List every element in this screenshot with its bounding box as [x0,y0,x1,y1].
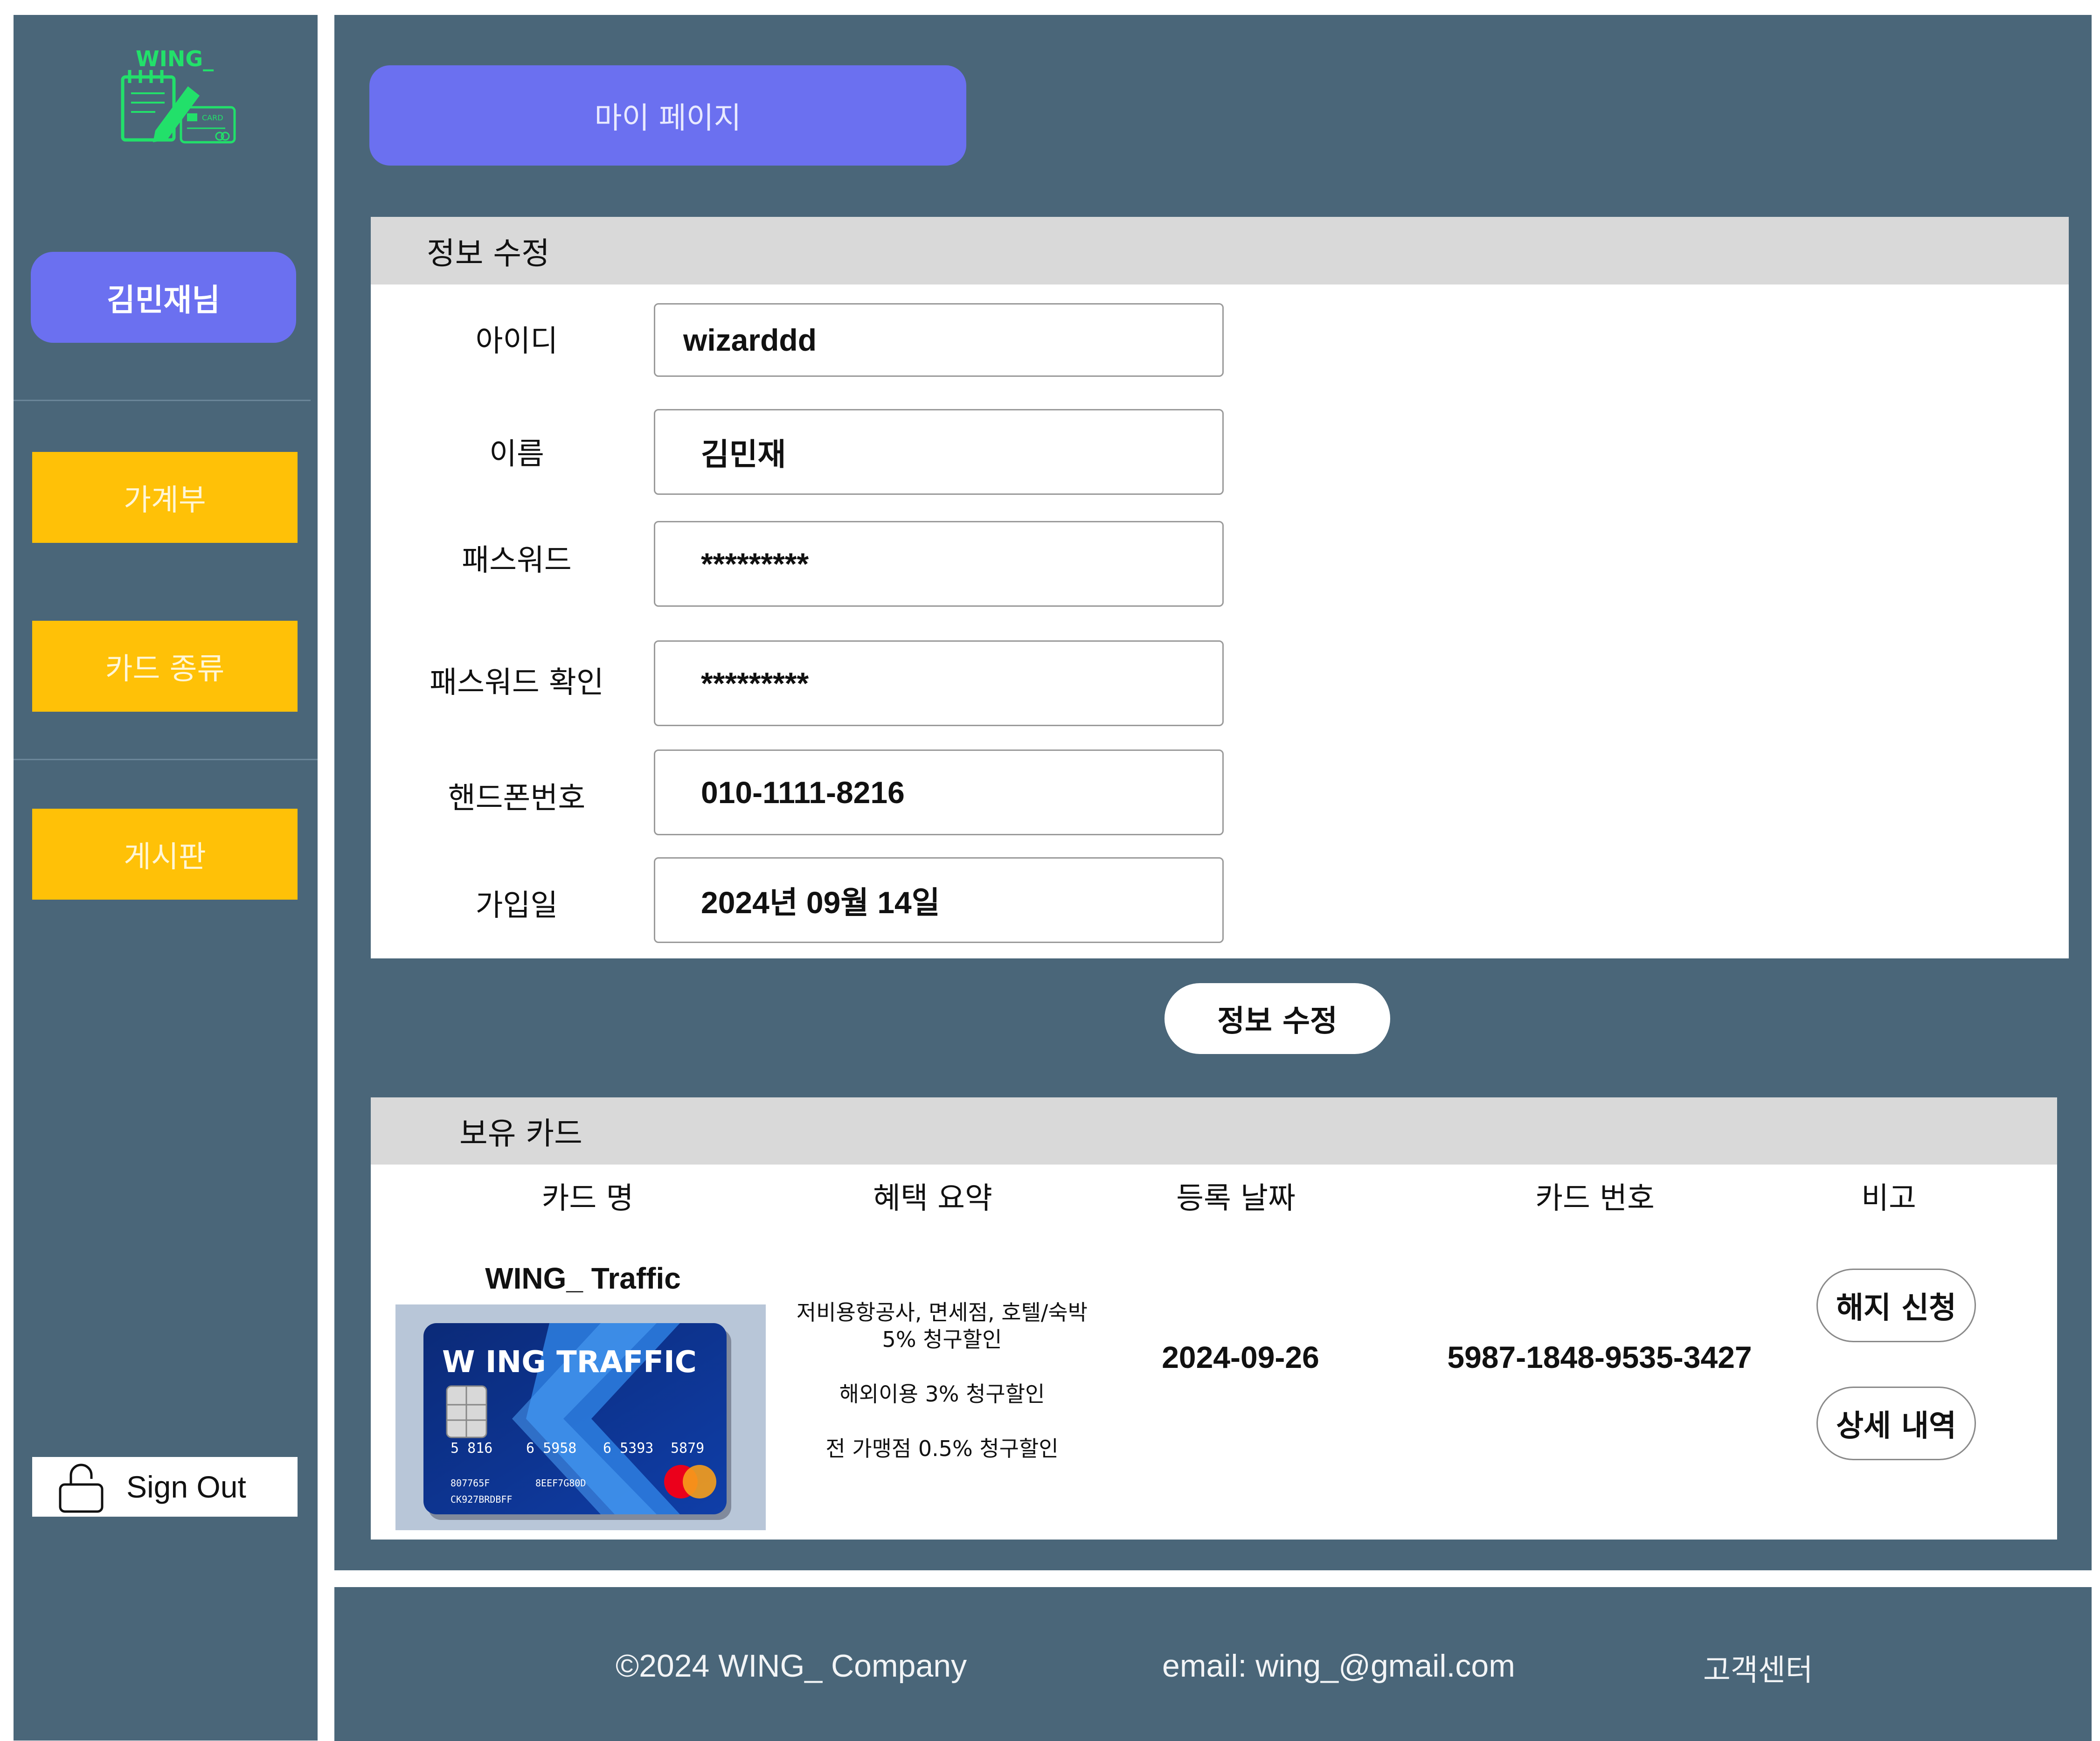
join-date-label: 가입일 [475,888,558,923]
column-header-registered: 등록 날짜 [1176,1181,1296,1216]
footer-email[interactable]: email: wing_@gmail.com [1162,1648,1515,1684]
card-line-1b: 8EEF7G80D [535,1477,586,1489]
sidebar-divider [14,759,318,760]
password-label: 패스워드 [462,543,572,578]
sidebar-item-board[interactable]: 게시판 [32,809,298,900]
logo-card-text: CARD [202,113,223,122]
card-brand-text: W ING TRAFFIC [442,1345,697,1380]
card-number-group-3: 6 5393 [603,1440,653,1457]
card-number: 5987-1848-9535-3427 [1447,1340,1752,1374]
column-header-benefits: 혜택 요약 [873,1181,992,1216]
card-registered-date: 2024-09-26 [1162,1340,1319,1374]
username-field[interactable]: wizarddd [654,303,1224,377]
join-date-field[interactable]: 2024년 09월 14일 [654,857,1224,943]
card-line-2: CK927BRDBFF [450,1494,512,1505]
profile-section-title: 정보 수정 [371,217,2069,284]
sign-out-button[interactable]: Sign Out [32,1457,298,1517]
update-info-button[interactable]: 정보 수정 [1164,983,1390,1054]
column-header-card-name: 카드 명 [541,1181,634,1216]
card-detail-button[interactable]: 상세 내역 [1816,1387,1976,1460]
logo-notepad-icon: WING_ CARD [121,46,236,144]
cards-section-title: 보유 카드 [371,1097,2057,1165]
phone-label: 핸드폰번호 [448,781,586,816]
cancel-card-button[interactable]: 해지 신청 [1816,1269,1976,1342]
card-image[interactable]: W ING TRAFFIC 5 816 6 5958 6 5393 5879 8… [395,1304,766,1530]
card-line-1: 807765F [450,1477,490,1489]
card-name: WING_ Traffic [485,1262,681,1295]
password-confirm-label: 패스워드 확인 [430,666,604,700]
sidebar-item-ledger[interactable]: 가계부 [32,452,298,543]
page-title[interactable]: 마이 페이지 [369,65,966,166]
footer-copyright: ©2024 WING_ Company [616,1648,967,1684]
benefit-line: 해외이용 3% 청구할인 [839,1381,1045,1407]
sign-out-label: Sign Out [126,1470,246,1504]
card-number-group-4: 5879 [671,1440,704,1457]
name-field[interactable]: 김민재 [654,409,1224,495]
sidebar-divider [14,400,311,401]
phone-field[interactable]: 010-1111-8216 [654,749,1224,835]
column-header-note: 비고 [1861,1181,1916,1216]
user-name-badge[interactable]: 김민재님 [31,252,296,343]
card-number-group-2: 6 5958 [526,1440,576,1457]
sidebar-item-card-types[interactable]: 카드 종류 [32,621,298,712]
benefit-line: 저비용항공사, 면세점, 호텔/숙박 [796,1300,1088,1325]
unlock-icon [55,1457,107,1517]
benefit-line: 전 가맹점 0.5% 청구할인 [825,1436,1059,1461]
name-label: 이름 [489,437,544,472]
password-field[interactable]: ********* [654,521,1224,607]
card-number-group-1: 5 816 [450,1440,492,1457]
username-label: 아이디 [475,324,558,359]
footer-support-link[interactable]: 고객센터 [1703,1646,1813,1689]
column-header-card-number: 카드 번호 [1535,1181,1655,1216]
benefit-line: 5% 청구할인 [882,1327,1002,1352]
password-confirm-field[interactable]: ********* [654,640,1224,726]
logo-text: WING_ [136,46,214,71]
logo[interactable]: WING_ CARD [104,42,244,149]
